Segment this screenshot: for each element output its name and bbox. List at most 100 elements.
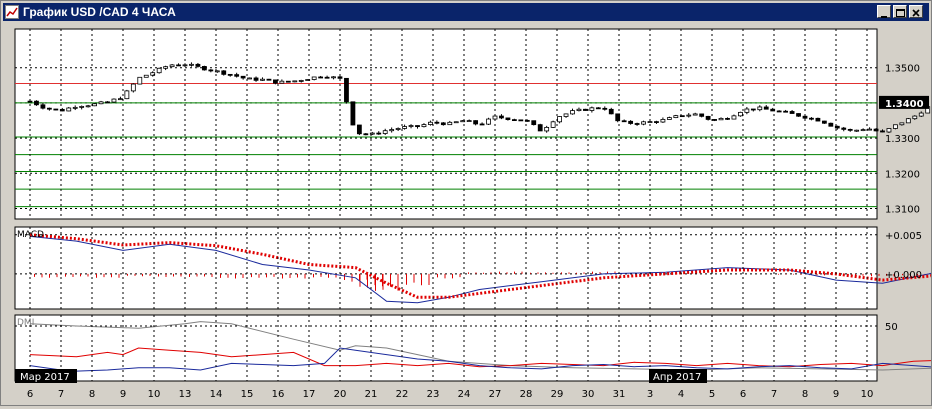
price-tick-1.3500: 1.3500 <box>885 64 920 75</box>
candle-body <box>654 121 659 123</box>
candle-body <box>750 108 756 111</box>
x-axis-day-label: 29 <box>551 389 564 400</box>
maximize-button[interactable] <box>893 5 907 18</box>
x-axis-day-label: 8 <box>802 389 808 400</box>
x-axis-day-label: 9 <box>833 389 839 400</box>
candle-body <box>550 121 556 128</box>
candle-body <box>563 113 569 117</box>
candle-body <box>621 120 627 123</box>
candle-body <box>602 107 608 110</box>
maximize-icon <box>896 9 905 17</box>
candle-body <box>40 104 46 109</box>
month-label-apr: Апр 2017 <box>653 372 701 383</box>
candle-body <box>234 74 240 77</box>
candle-body <box>434 121 440 124</box>
x-axis-day-label: 22 <box>396 389 409 400</box>
candle-body <box>712 119 717 121</box>
candle-body <box>899 122 905 126</box>
candle-body <box>311 76 317 80</box>
candle-body <box>124 90 130 100</box>
candle-body <box>285 80 291 83</box>
chart-area[interactable]: 6 7 8 9 10 13 14 15 16 17 20 21 22 23 24 27 28 29 30 31 3 4 5 6… <box>1 21 932 409</box>
candle-body <box>279 80 285 84</box>
candle-body <box>130 83 136 92</box>
candle-body <box>440 122 446 126</box>
candle-body <box>298 80 304 82</box>
candle-body <box>331 76 336 79</box>
candle-body <box>143 74 149 78</box>
candle-body <box>847 128 853 131</box>
candle-body <box>466 120 472 122</box>
candle-body <box>53 108 59 111</box>
candle-body <box>195 63 201 67</box>
candle-body <box>912 115 918 120</box>
x-axis-day-label: 27 <box>489 389 502 400</box>
candle-body <box>673 115 679 119</box>
candle-body <box>169 64 175 68</box>
candle-body <box>783 110 789 113</box>
candle-body <box>518 119 524 122</box>
candle-body <box>647 121 653 123</box>
candle-body <box>705 115 711 120</box>
candle-body <box>221 70 227 75</box>
price-tick-1.3200: 1.3200 <box>885 169 920 180</box>
candle-body <box>731 115 737 120</box>
x-axis-day-label: 30 <box>582 389 595 400</box>
candle-body <box>905 118 911 124</box>
candle-body <box>692 113 698 116</box>
x-axis-day-label: 20 <box>334 389 347 400</box>
candle-body <box>583 108 588 111</box>
candle-body <box>725 117 730 120</box>
candle-body <box>893 124 898 129</box>
close-icon <box>912 9 920 17</box>
x-axis-day-label: 24 <box>458 389 471 400</box>
minimize-icon <box>881 16 887 18</box>
macd-tick-plus-0.000: +0.000 <box>885 270 922 281</box>
candle-body <box>867 128 872 131</box>
candle-body <box>118 98 123 101</box>
dmi-tick-50: 50 <box>885 322 898 333</box>
x-axis-day-label: 9 <box>120 389 126 400</box>
window-titlebar[interactable]: График USD /CAD 4 ЧАСА <box>3 3 929 21</box>
x-axis-day-label: 28 <box>520 389 533 400</box>
candle-body <box>557 116 562 123</box>
candle-body <box>821 120 827 124</box>
candle-body <box>363 133 369 136</box>
candle-body <box>273 79 278 84</box>
candle-body <box>473 120 479 125</box>
candle-body <box>266 78 272 81</box>
close-button[interactable] <box>909 5 923 18</box>
candle-body <box>570 110 575 115</box>
candle-body <box>738 111 743 117</box>
candle-body <box>227 73 233 76</box>
x-axis-day-label: 7 <box>58 389 64 400</box>
candle-body <box>802 115 808 119</box>
candle-body <box>537 124 543 132</box>
candle-body <box>292 80 298 83</box>
candle-body <box>163 66 169 69</box>
macd-tick-plus-0.005: +0.005 <box>885 231 922 242</box>
candle-body <box>72 106 78 109</box>
candle-body <box>634 123 640 125</box>
candle-body <box>240 75 246 79</box>
chart-canvas[interactable]: 6 7 8 9 10 13 14 15 16 17 20 21 22 23 24 27 28 29 30 31 3 4 5 6… <box>1 21 932 405</box>
candle-body <box>757 106 763 111</box>
minimize-button[interactable] <box>877 5 891 18</box>
current-price-label: 1.3400 <box>885 99 924 110</box>
candle-body <box>641 121 646 125</box>
price-panel[interactable] <box>14 28 878 220</box>
candle-body <box>408 125 414 127</box>
x-axis-day-label: 6 <box>740 389 746 400</box>
x-axis-day-label: 6 <box>27 389 33 400</box>
candle-body <box>350 101 356 126</box>
x-axis-day-label: 15 <box>241 389 254 400</box>
x-axis-day-label: 13 <box>179 389 192 400</box>
candle-body <box>608 108 614 115</box>
candle-body <box>34 100 39 106</box>
candle-body <box>46 107 52 110</box>
candle-body <box>918 112 924 117</box>
x-axis-day-label: 7 <box>771 389 777 400</box>
candle-body <box>201 66 207 71</box>
candle-body <box>395 128 401 130</box>
candle-body <box>595 107 601 110</box>
